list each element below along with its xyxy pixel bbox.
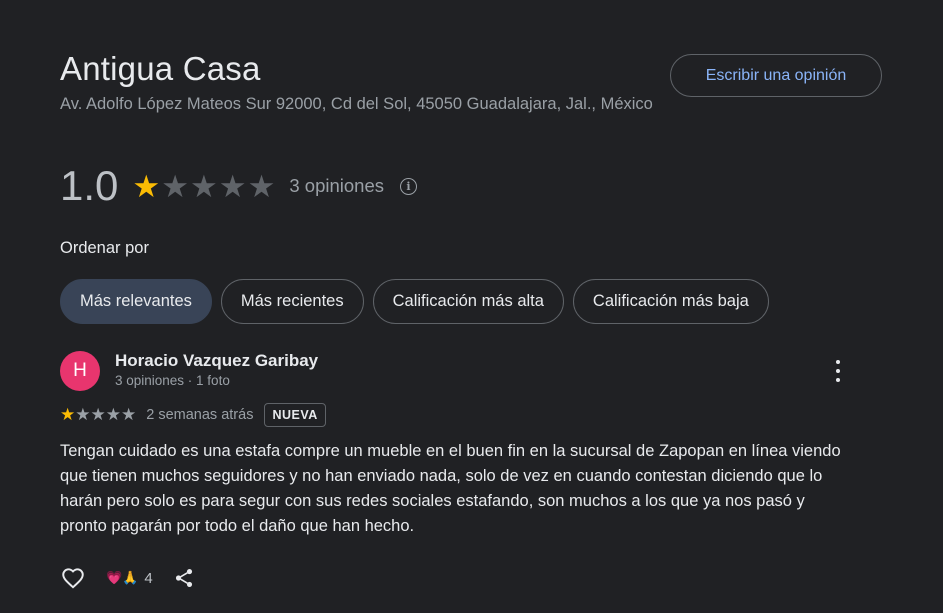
reviewer-meta: 3 opiniones · 1 foto — [115, 373, 230, 388]
review-time: 2 semanas atrás — [146, 406, 254, 423]
star-empty-icon: ★ — [218, 168, 247, 204]
review-rating-row: ★ ★ ★ ★ ★ 2 semanas atrás NUEVA — [60, 401, 326, 428]
average-rating: 1.0 — [60, 162, 119, 209]
review-actions: 💗 🙏 4 — [60, 564, 195, 592]
sort-chip-lowest-rating[interactable]: Calificación más baja — [572, 279, 769, 324]
star-empty-icon: ★ — [161, 168, 189, 204]
reviewer-name[interactable]: Horacio Vazquez Garibay — [115, 351, 318, 371]
summary-stars: ★ ★ ★ ★ ★ — [132, 171, 275, 202]
rating-summary: 1.0 ★ ★ ★ ★ ★ 3 opiniones i — [60, 162, 418, 210]
heart-reaction-icon: 💗 — [106, 570, 123, 586]
reactions[interactable]: 💗 🙏 4 — [106, 570, 153, 587]
share-icon[interactable] — [173, 567, 195, 589]
star-filled-icon: ★ — [60, 405, 76, 424]
info-icon[interactable]: i — [400, 177, 418, 195]
review-text: Tengan cuidado es una estafa compre un m… — [60, 442, 841, 535]
star-empty-icon: ★ — [90, 405, 106, 424]
sort-chip-most-recent[interactable]: Más recientes — [220, 279, 364, 324]
place-address: Av. Adolfo López Mateos Sur 92000, Cd de… — [60, 95, 653, 113]
sort-label: Ordenar por — [60, 239, 149, 257]
pray-reaction-icon: 🙏 — [122, 570, 139, 586]
place-title: Antigua Casa — [60, 50, 261, 87]
reaction-count: 4 — [144, 569, 153, 587]
new-badge: NUEVA — [264, 402, 326, 427]
write-review-button[interactable]: Escribir una opinión — [670, 54, 882, 97]
star-empty-icon: ★ — [75, 405, 91, 424]
sort-chips: Más relevantes Más recientes Calificació… — [60, 279, 769, 324]
star-empty-icon: ★ — [247, 168, 276, 204]
star-empty-icon: ★ — [105, 405, 121, 424]
review-stars: ★ ★ ★ ★ ★ — [60, 406, 136, 423]
review-count: 3 opiniones — [289, 175, 385, 196]
avatar[interactable]: H — [60, 351, 100, 391]
more-options-icon[interactable] — [826, 358, 850, 384]
heart-like-icon[interactable] — [60, 565, 86, 591]
sort-chip-most-relevant[interactable]: Más relevantes — [60, 279, 212, 324]
star-empty-icon: ★ — [189, 168, 218, 204]
star-filled-icon: ★ — [132, 168, 161, 204]
sort-chip-highest-rating[interactable]: Calificación más alta — [372, 279, 564, 324]
star-empty-icon: ★ — [121, 405, 137, 424]
